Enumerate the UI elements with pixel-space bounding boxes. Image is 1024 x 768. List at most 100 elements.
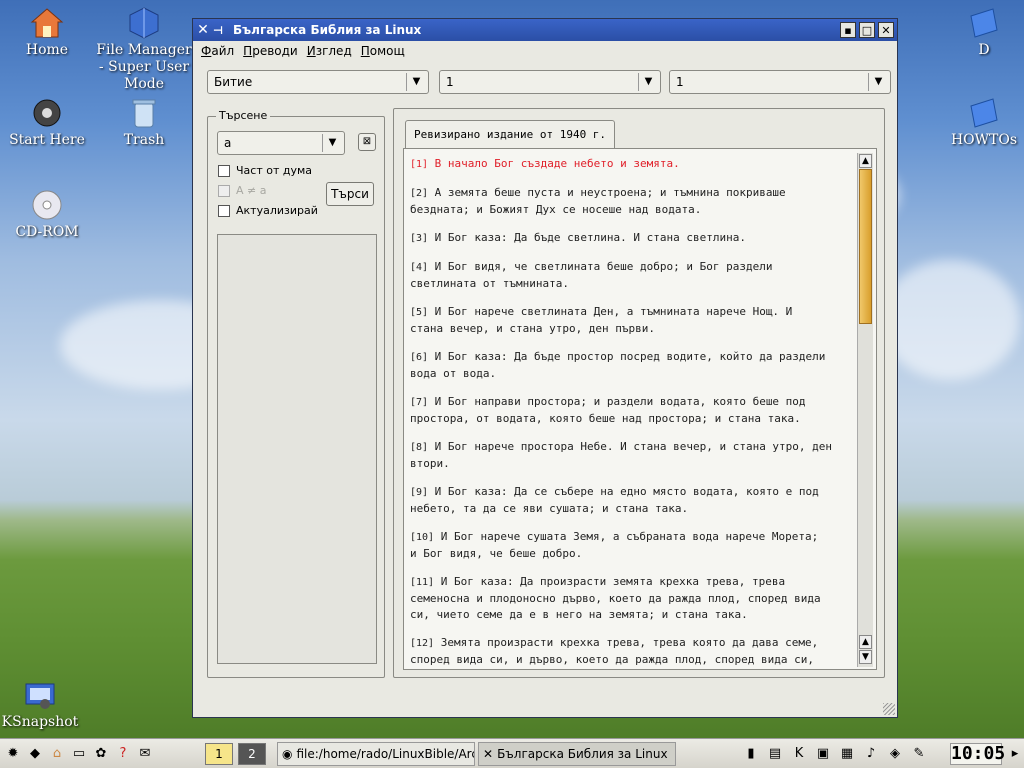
folder-icon bbox=[967, 96, 1001, 130]
verse-text: И Бог каза: Да се събере на едно място в… bbox=[410, 485, 819, 515]
desktop-icon-ksnapshot[interactable]: KSnapshot bbox=[0, 678, 90, 731]
folder-icon bbox=[967, 6, 1001, 40]
network-icon[interactable]: ▦ bbox=[838, 745, 856, 763]
maximize-button[interactable]: □ bbox=[859, 22, 875, 38]
verse-number: [7] bbox=[410, 397, 429, 408]
close-button[interactable]: ✕ bbox=[878, 22, 894, 38]
desktop-icon-label: CD-ROM bbox=[15, 224, 79, 240]
chevron-down-icon[interactable]: ▼ bbox=[638, 73, 658, 91]
chevron-down-icon[interactable]: ▼ bbox=[322, 134, 342, 152]
verse: [7] И Бог направи простора; и раздели во… bbox=[410, 394, 854, 427]
verse: [10] И Бог нарече сушата Земя, а събрана… bbox=[410, 529, 854, 562]
file-manager-icon bbox=[127, 6, 161, 40]
desktop-icon-trash[interactable]: Trash bbox=[94, 96, 194, 149]
home-icon[interactable]: ⌂ bbox=[48, 745, 66, 763]
verse-number: [11] bbox=[410, 577, 435, 588]
part-of-word-checkbox[interactable]: Част от дума bbox=[218, 164, 312, 177]
clipboard-icon[interactable]: ▤ bbox=[766, 745, 784, 763]
book-select[interactable]: Битие ▼ bbox=[207, 70, 429, 94]
task-bible-window[interactable]: ✕ Българска Библия за Linux bbox=[478, 742, 676, 766]
window-menu-icon[interactable]: ✕ bbox=[193, 22, 213, 38]
search-button[interactable]: Търси bbox=[326, 182, 374, 206]
desktop-icon-label: Home bbox=[25, 42, 69, 58]
verse-number: [8] bbox=[410, 442, 429, 453]
taskbar: ✹ ◆ ⌂ ▭ ✿ ? ✉ 1 2 ◉ file:/home/rado/Linu… bbox=[0, 738, 1024, 768]
verse: [12] Земята произрасти крехка трева, тре… bbox=[410, 635, 854, 669]
pager-desktop-2[interactable]: 2 bbox=[238, 743, 266, 765]
scroll-down-icon[interactable]: ▼ bbox=[859, 650, 872, 664]
tab-revised-1940[interactable]: Ревизирано издание от 1940 г. bbox=[405, 120, 616, 148]
chevron-down-icon[interactable]: ▼ bbox=[868, 73, 888, 91]
verse-text-view[interactable]: [1] В начало Бог създаде небето и земята… bbox=[403, 148, 877, 670]
verse-text: Земята произрасти крехка трева, трева ко… bbox=[410, 636, 819, 666]
verse-number: [1] bbox=[410, 159, 429, 170]
scroll-thumb[interactable] bbox=[859, 169, 872, 324]
terminal-icon[interactable]: ▭ bbox=[70, 745, 88, 763]
arrow-right-icon[interactable]: ▸ bbox=[1006, 745, 1024, 763]
help-icon[interactable]: ? bbox=[114, 745, 132, 763]
volume-icon[interactable]: ♪ bbox=[862, 745, 880, 763]
search-results-list[interactable] bbox=[217, 234, 377, 664]
desktop-icon-label: Start Here bbox=[9, 132, 85, 148]
verse: [6] И Бог каза: Да бъде простор посред в… bbox=[410, 349, 854, 382]
scroll-up-icon[interactable]: ▲ bbox=[859, 635, 872, 649]
menu-file[interactable]: Файл bbox=[201, 44, 234, 58]
keyboard-icon[interactable]: K bbox=[790, 745, 808, 763]
verse-text: И Бог нарече простора Небе. И стана вече… bbox=[410, 440, 833, 470]
case-sensitive-checkbox[interactable]: A ≠ a bbox=[218, 184, 266, 197]
desktop-icon-cdrom[interactable]: CD-ROM bbox=[0, 188, 97, 241]
verse-select[interactable]: 1 ▼ bbox=[669, 70, 891, 94]
start-here-icon bbox=[30, 96, 64, 130]
clear-search-button[interactable]: ⊠ bbox=[358, 133, 376, 151]
kde-menu-icon[interactable]: ✹ bbox=[4, 745, 22, 763]
desktop-icon-howtos[interactable]: HOWTOs bbox=[934, 96, 1024, 149]
display-icon[interactable]: ▣ bbox=[814, 745, 832, 763]
refresh-checkbox[interactable]: Актуализирай bbox=[218, 204, 318, 217]
scroll-up-icon[interactable]: ▲ bbox=[859, 154, 872, 168]
search-legend: Търсене bbox=[216, 109, 271, 122]
app-icon: ✕ bbox=[483, 747, 494, 761]
menu-view[interactable]: Изглед bbox=[307, 44, 352, 58]
vertical-scrollbar[interactable]: ▲ ▲ ▼ bbox=[857, 153, 873, 667]
verse-text: А земята беше пуста и неустроена; и тъмн… bbox=[410, 186, 786, 216]
verse-number: [3] bbox=[410, 233, 429, 244]
checkbox-box[interactable] bbox=[218, 184, 230, 197]
minimize-button[interactable]: ▪ bbox=[840, 22, 856, 38]
cdrom-icon bbox=[30, 188, 64, 222]
pin-icon[interactable]: ⊣ bbox=[213, 24, 229, 37]
chevron-down-icon[interactable]: ▼ bbox=[406, 73, 426, 91]
verse-number: [12] bbox=[410, 638, 435, 649]
title-bar[interactable]: ✕ ⊣ Българска Библия за Linux ▪ □ ✕ bbox=[193, 19, 897, 41]
verse-number: [9] bbox=[410, 487, 429, 498]
verse: [9] И Бог каза: Да се събере на едно мяс… bbox=[410, 484, 854, 517]
menu-help[interactable]: Помощ bbox=[361, 44, 405, 58]
settings-icon[interactable]: ✿ bbox=[92, 745, 110, 763]
resize-grip-icon[interactable] bbox=[883, 703, 895, 715]
pen-icon[interactable]: ✎ bbox=[910, 745, 928, 763]
task-file-browser[interactable]: ◉ file:/home/rado/LinuxBible/Arc bbox=[277, 742, 475, 766]
verse-number: [2] bbox=[410, 188, 429, 199]
desktop-icon-d[interactable]: D bbox=[934, 6, 1024, 59]
konqueror-icon[interactable]: ◆ bbox=[26, 745, 44, 763]
checkbox-box[interactable] bbox=[218, 164, 230, 177]
system-monitor-icon[interactable]: ▮ bbox=[742, 745, 760, 763]
desktop-icon-label: Trash bbox=[123, 132, 165, 148]
verse: [3] И Бог каза: Да бъде светлина. И стан… bbox=[410, 230, 854, 247]
globe-icon: ◉ bbox=[282, 747, 293, 761]
pager-desktop-1[interactable]: 1 bbox=[205, 743, 233, 765]
desktop-icon-start-here[interactable]: Start Here bbox=[0, 96, 97, 149]
checkbox-box[interactable] bbox=[218, 204, 230, 217]
search-input[interactable]: а ▼ bbox=[217, 131, 345, 155]
clock[interactable]: 10:05 bbox=[950, 743, 1005, 765]
mail-icon[interactable]: ✉ bbox=[136, 745, 154, 763]
verse-text: И Бог каза: Да бъде светлина. И стана св… bbox=[428, 231, 746, 244]
menu-bar: Файл Преводи Изглед Помощ bbox=[193, 41, 897, 61]
chapter-select[interactable]: 1 ▼ bbox=[439, 70, 661, 94]
bible-window: ✕ ⊣ Българска Библия за Linux ▪ □ ✕ Файл… bbox=[192, 18, 898, 718]
desktop-icon-file-manager[interactable]: File Manager - Super User Mode bbox=[94, 6, 194, 93]
desktop-icon-home[interactable]: Home bbox=[0, 6, 97, 59]
menu-translations[interactable]: Преводи bbox=[243, 44, 298, 58]
verse: [1] В начало Бог създаде небето и земята… bbox=[410, 156, 854, 173]
desktop-icon-label: KSnapshot bbox=[1, 714, 79, 730]
notes-icon[interactable]: ◈ bbox=[886, 745, 904, 763]
